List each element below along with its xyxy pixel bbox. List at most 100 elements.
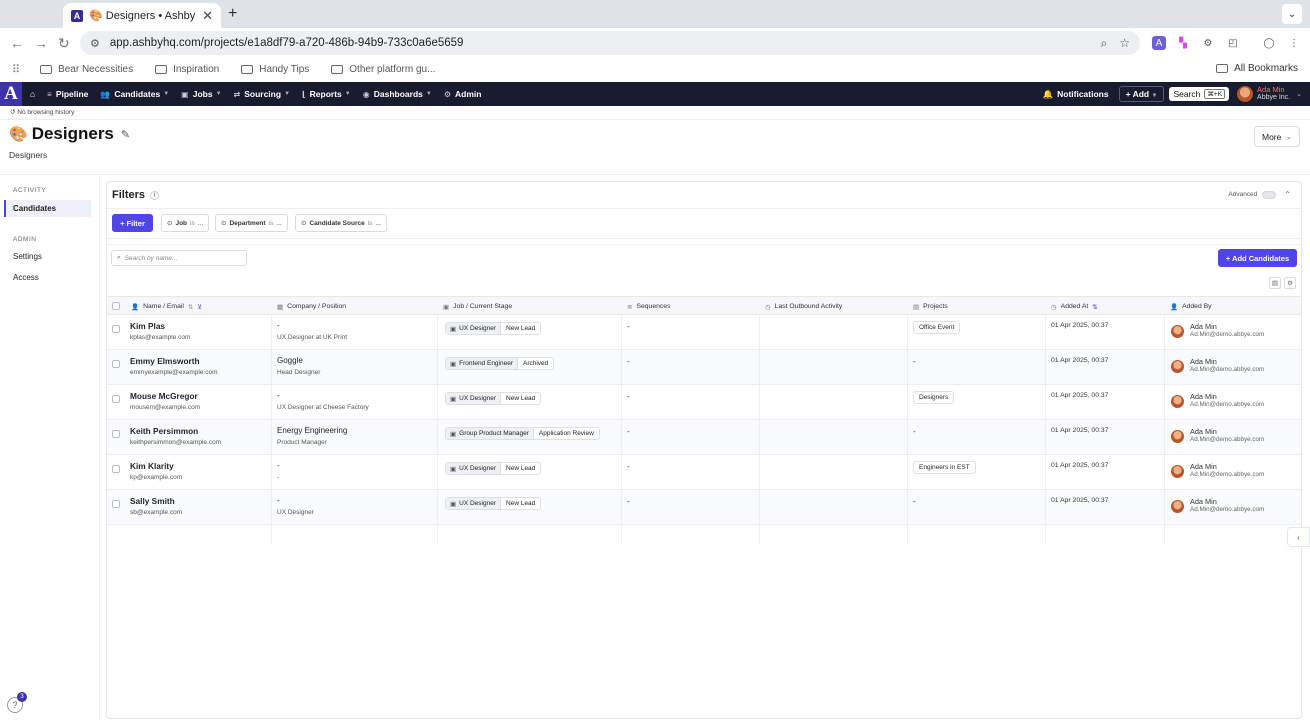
edit-pencil-icon[interactable]: ✎ bbox=[121, 128, 130, 141]
extension-settings-icon[interactable]: ⚙ bbox=[1201, 36, 1215, 50]
project-chip[interactable]: Engineers in EST bbox=[913, 461, 976, 474]
candidate-name[interactable]: Kim Plas bbox=[130, 321, 165, 331]
job-stage-chip[interactable]: ▣ UX Designer New Lead bbox=[445, 392, 542, 405]
sidebar-item-candidates[interactable]: Candidates bbox=[4, 200, 91, 217]
more-button[interactable]: More ⌄ bbox=[1254, 126, 1300, 147]
table-row[interactable]: Kim Klarity kp@example.com - - ▣ UX Designer N… bbox=[107, 455, 1301, 490]
browsing-history-note[interactable]: ↺ No browsing history bbox=[10, 108, 74, 116]
nav-reports[interactable]: ⌊ Reports ▼ bbox=[302, 89, 351, 99]
chevron-down-icon[interactable]: ⌄ bbox=[1296, 90, 1302, 98]
table-settings-icon[interactable]: ⚙ bbox=[1284, 277, 1296, 289]
column-header-sequences[interactable]: ≋ Sequences bbox=[621, 297, 670, 316]
project-chip[interactable]: Designers bbox=[913, 391, 955, 404]
pin-icon[interactable]: ⊻ bbox=[197, 303, 202, 311]
column-header-company[interactable]: ▦ Company / Position bbox=[271, 297, 346, 316]
row-checkbox[interactable] bbox=[112, 395, 120, 403]
browser-tab[interactable]: A 🎨 Designers • Ashby ✕ bbox=[63, 3, 221, 28]
row-checkbox[interactable] bbox=[112, 360, 120, 368]
profile-icon[interactable]: ◯ bbox=[1262, 36, 1276, 50]
sort-icon[interactable]: ⇅ bbox=[188, 303, 193, 311]
extensions-puzzle-icon[interactable]: ◰ bbox=[1226, 36, 1240, 50]
all-bookmarks[interactable]: All Bookmarks bbox=[1216, 63, 1298, 74]
add-menu-button[interactable]: + Add ▼ bbox=[1118, 86, 1165, 102]
sort-ascending-icon[interactable]: ⇅ bbox=[1092, 303, 1097, 311]
column-header-projects[interactable]: ▤ Projects bbox=[907, 297, 948, 316]
table-row[interactable]: Emmy Elmsworth emmyexample@example.com Gog… bbox=[107, 350, 1301, 385]
column-header-job[interactable]: ▣ Job / Current Stage bbox=[437, 297, 512, 316]
add-filter-button[interactable]: + Filter bbox=[112, 214, 153, 232]
ashby-extension-icon[interactable]: A bbox=[1152, 36, 1166, 50]
search-input[interactable]: ⌕ Search by name... bbox=[111, 250, 247, 266]
url-text[interactable]: app.ashbyhq.com/projects/e1a8df79-a720-4… bbox=[110, 37, 1089, 49]
job-label: ▣ UX Designer bbox=[446, 498, 502, 509]
select-all-checkbox[interactable] bbox=[112, 302, 120, 310]
briefcase-icon: ▣ bbox=[443, 303, 450, 311]
global-search-button[interactable]: Search ⌘+K bbox=[1169, 87, 1230, 101]
site-settings-icon[interactable]: ⚙ bbox=[90, 37, 100, 50]
nav-dashboards[interactable]: ◉ Dashboards ▼ bbox=[363, 89, 432, 99]
chevron-up-icon[interactable]: ⌃ bbox=[1284, 190, 1291, 199]
filter-chip-candidate-source[interactable]: ⊙ Candidate Source is... bbox=[295, 214, 387, 232]
table-row[interactable]: Keith Persimmon keithpersimmon@example.co… bbox=[107, 420, 1301, 455]
job-stage-chip[interactable]: ▣ UX Designer New Lead bbox=[445, 497, 542, 510]
project-chip[interactable]: Office Event bbox=[913, 321, 961, 334]
candidate-name[interactable]: Sally Smith bbox=[130, 496, 175, 506]
add-candidates-button[interactable]: + Add Candidates bbox=[1218, 249, 1297, 267]
user-menu[interactable]: Ada Min Abbye Inc. bbox=[1257, 86, 1290, 102]
candidate-name[interactable]: Mouse McGregor bbox=[130, 391, 198, 401]
job-stage-chip[interactable]: ▣ Group Product Manager Application Review bbox=[445, 427, 600, 440]
nav-pipeline[interactable]: ≡ Pipeline bbox=[47, 89, 88, 99]
candidate-name[interactable]: Keith Persimmon bbox=[130, 426, 198, 436]
job-stage-chip[interactable]: ▣ UX Designer New Lead bbox=[445, 462, 542, 475]
job-stage-chip[interactable]: ▣ Frontend Engineer Archived bbox=[445, 357, 555, 370]
bookmark-folder[interactable]: Inspiration bbox=[155, 64, 219, 75]
new-tab-icon[interactable]: + bbox=[228, 5, 237, 23]
notifications-button[interactable]: 🔔 Notifications bbox=[1043, 89, 1109, 100]
nav-candidates[interactable]: 👥 Candidates ▼ bbox=[100, 89, 169, 99]
table-row[interactable]: Kim Plas kplas@example.com - UX Designer at… bbox=[107, 315, 1301, 350]
filter-chip-department[interactable]: ⊙ Department is... bbox=[215, 214, 288, 232]
nav-admin[interactable]: ⚙ Admin bbox=[444, 89, 482, 99]
candidate-email: mousem@example.com bbox=[130, 404, 201, 411]
columns-icon[interactable]: ▤ bbox=[1269, 277, 1281, 289]
bookmark-folder[interactable]: Handy Tips bbox=[241, 64, 309, 75]
url-omnibox[interactable]: ⚙ app.ashbyhq.com/projects/e1a8df79-a720… bbox=[80, 31, 1140, 55]
bookmark-folder[interactable]: Other platform gu... bbox=[331, 64, 435, 75]
bookmark-star-icon[interactable]: ☆ bbox=[1119, 36, 1130, 50]
candidate-name[interactable]: Emmy Elmsworth bbox=[130, 356, 200, 366]
nav-sourcing[interactable]: ⇄ Sourcing ▼ bbox=[234, 89, 291, 99]
extension-icon[interactable]: ▚ bbox=[1176, 36, 1190, 50]
sidebar-item-access[interactable]: Access bbox=[4, 269, 91, 286]
table-row[interactable]: Mouse McGregor mousem@example.com - UX Desi… bbox=[107, 385, 1301, 420]
advanced-toggle[interactable] bbox=[1262, 190, 1277, 199]
row-checkbox[interactable] bbox=[112, 465, 120, 473]
column-header-last-outbound[interactable]: ◷ Last Outbound Activity bbox=[759, 297, 842, 316]
nav-jobs[interactable]: ▣ Jobs ▼ bbox=[181, 89, 221, 99]
info-icon[interactable]: i bbox=[150, 190, 160, 200]
filter-chip-job[interactable]: ⊙ Job is... bbox=[161, 214, 210, 232]
table-row[interactable]: Sally Smith sb@example.com - UX Designer ▣ UX… bbox=[107, 490, 1301, 525]
row-checkbox[interactable] bbox=[112, 500, 120, 508]
close-tab-icon[interactable]: ✕ bbox=[202, 8, 213, 24]
avatar[interactable] bbox=[1237, 86, 1254, 102]
forward-arrow-icon[interactable]: → bbox=[34, 35, 48, 51]
help-icon[interactable]: ? 3 bbox=[7, 692, 27, 713]
row-checkbox[interactable] bbox=[112, 430, 120, 438]
bookmark-folder[interactable]: Bear Necessities bbox=[40, 64, 133, 75]
column-header-name[interactable]: 👤 Name / Email ⇅ ⊻ bbox=[125, 297, 202, 316]
browser-menu-icon[interactable]: ⋮ bbox=[1287, 36, 1301, 50]
reload-icon[interactable]: ↻ bbox=[58, 35, 70, 52]
collapse-panel-icon[interactable]: ‹ bbox=[1287, 527, 1310, 547]
column-header-added-by[interactable]: 👤 Added By bbox=[1164, 297, 1212, 316]
tab-search-chevron-icon[interactable]: ⌄ bbox=[1282, 4, 1302, 24]
apps-grid-icon[interactable]: ⠿ bbox=[12, 63, 20, 76]
row-checkbox[interactable] bbox=[112, 325, 120, 333]
sidebar-item-settings[interactable]: Settings bbox=[4, 248, 91, 265]
candidate-name[interactable]: Kim Klarity bbox=[130, 461, 174, 471]
back-arrow-icon[interactable]: ← bbox=[10, 35, 24, 51]
job-stage-chip[interactable]: ▣ UX Designer New Lead bbox=[445, 322, 542, 335]
column-header-added-at[interactable]: ◷ Added At ⇅ bbox=[1045, 297, 1098, 316]
zoom-icon[interactable]: ⌕ bbox=[1101, 36, 1108, 51]
ashby-logo[interactable]: A bbox=[0, 82, 22, 106]
home-icon[interactable]: ⌂ bbox=[30, 89, 35, 99]
